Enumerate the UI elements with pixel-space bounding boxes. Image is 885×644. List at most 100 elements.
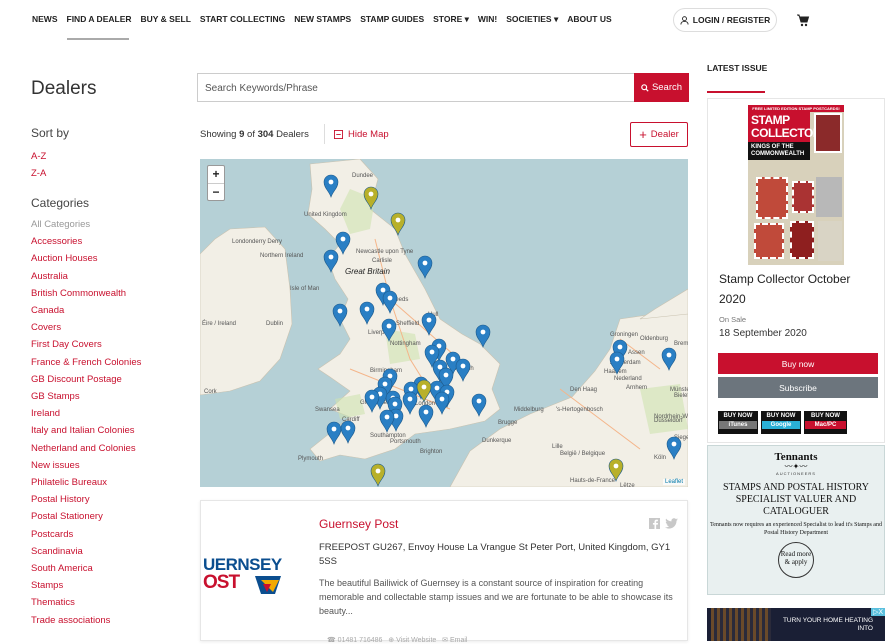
- category-link[interactable]: Covers: [31, 319, 191, 336]
- category-link[interactable]: GB Stamps: [31, 388, 191, 405]
- nav-item-2[interactable]: BUY & SELL: [141, 14, 191, 25]
- logo-mark-icon: [255, 576, 281, 594]
- map-place-label: Bielefeld: [674, 393, 688, 399]
- logo-text-line2: OST: [203, 572, 240, 593]
- category-link[interactable]: Stamps: [31, 577, 191, 594]
- share-icons: [649, 518, 678, 529]
- heading-underline: [707, 91, 765, 93]
- store-button-platform: Mac/PC: [805, 421, 846, 429]
- map-place-label: Middelburg: [514, 407, 544, 413]
- category-link[interactable]: New issues: [31, 457, 191, 474]
- minus-square-icon: [334, 130, 343, 139]
- category-link[interactable]: Scandinavia: [31, 543, 191, 560]
- map-place-label: Brighton: [420, 449, 442, 455]
- cover-stamp-image: [814, 113, 842, 153]
- dealer-address: FREEPOST GU267, Envoy House La Vrangue S…: [319, 542, 671, 567]
- category-link[interactable]: Accessories: [31, 233, 191, 250]
- category-link[interactable]: France & French Colonies: [31, 354, 191, 371]
- map-place-label: Northern Ireland: [260, 253, 303, 259]
- add-dealer-label: Dealer: [650, 129, 679, 140]
- category-link[interactable]: Australia: [31, 268, 191, 285]
- dealer-name-link[interactable]: Guernsey Post: [319, 517, 398, 531]
- store-button-platform: iTunes: [719, 421, 757, 429]
- guernsey-post-logo: UERNSEY OST: [201, 555, 301, 605]
- category-link[interactable]: All Categories: [31, 216, 191, 233]
- facebook-icon[interactable]: [649, 518, 660, 529]
- ad-text: TURN YOUR HOME HEATING INTO: [782, 617, 873, 632]
- category-link[interactable]: First Day Covers: [31, 336, 191, 353]
- categories-heading: Categories: [31, 196, 90, 210]
- category-link[interactable]: GB Discount Postage: [31, 371, 191, 388]
- nav-item-0[interactable]: NEWS: [32, 14, 58, 25]
- dealer-map[interactable]: Dundee United Kingdom Newcastle upon Tyne L…: [200, 159, 688, 487]
- category-link[interactable]: Postal Stationery: [31, 508, 191, 525]
- heating-ad[interactable]: TURN YOUR HOME HEATING INTO ▷X: [707, 608, 885, 641]
- map-canvas[interactable]: Dundee United Kingdom Newcastle upon Tyne L…: [200, 159, 688, 487]
- category-link[interactable]: Ireland: [31, 405, 191, 422]
- add-dealer-button[interactable]: + Dealer: [630, 122, 688, 147]
- tennants-ad[interactable]: Tennants 〰✦〰 AUCTIONEERS STAMPS AND POST…: [707, 445, 885, 595]
- category-link[interactable]: Postal History: [31, 491, 191, 508]
- ad-choices-icon[interactable]: ▷X: [870, 608, 885, 616]
- issue-title[interactable]: Stamp Collector October 2020: [719, 269, 879, 309]
- left-sidebar: Dealers Sort by A-Z Z-A Categories All Ca…: [31, 60, 191, 629]
- nav-item-1[interactable]: FIND A DEALER: [67, 14, 132, 25]
- map-place-label: Hauts-de-France: [570, 478, 616, 484]
- dealer-map-marker[interactable]: [417, 255, 433, 279]
- dealer-card: UERNSEY OST Guernsey Post FREEPOST GU267…: [200, 500, 688, 644]
- nav-item-8[interactable]: SOCIETIES ▾: [506, 14, 558, 25]
- twitter-icon[interactable]: [665, 518, 678, 529]
- category-link[interactable]: Philatelic Bureaux: [31, 474, 191, 491]
- map-place-label: Londonderry Derry: [232, 239, 282, 245]
- nav-item-4[interactable]: NEW STAMPS: [294, 14, 351, 25]
- category-link[interactable]: Thematics: [31, 594, 191, 611]
- search-button-label: Search: [651, 82, 683, 93]
- search-input[interactable]: Search Keywords/Phrase: [197, 73, 634, 102]
- sort-option-0[interactable]: A-Z: [31, 148, 191, 165]
- zoom-in-button[interactable]: +: [208, 166, 224, 184]
- cover-stamp-image: [754, 223, 784, 259]
- hide-map-label: Hide Map: [348, 129, 389, 140]
- latest-issue-box: FREE LIMITED EDITION STAMP POSTCARDS! ST…: [707, 98, 885, 443]
- results-suffix: Dealers: [273, 129, 309, 140]
- nav-item-6[interactable]: STORE ▾: [433, 14, 469, 25]
- cart-icon[interactable]: [796, 13, 810, 27]
- divider: [324, 124, 325, 144]
- nav-item-7[interactable]: WIN!: [478, 14, 497, 25]
- magazine-cover[interactable]: FREE LIMITED EDITION STAMP POSTCARDS! ST…: [748, 105, 844, 265]
- ad-read-more[interactable]: Read more & apply: [778, 542, 814, 578]
- ad-headline: STAMPS AND POSTAL HISTORY SPECIALIST VAL…: [723, 482, 869, 517]
- category-list: All Categories Accessories Auction Houses A…: [31, 216, 191, 629]
- login-register-button[interactable]: LOGIN / REGISTER: [673, 8, 777, 32]
- store-button-2[interactable]: BUY NOW Mac/PC: [804, 411, 847, 434]
- nav-item-3[interactable]: START COLLECTING: [200, 14, 285, 25]
- search-button[interactable]: Search: [634, 73, 689, 102]
- search-icon: [641, 83, 649, 92]
- category-link[interactable]: Trade associations: [31, 612, 191, 629]
- hide-map-toggle[interactable]: Hide Map: [334, 129, 389, 140]
- dealer-contact-row: ☎ 01481 716486 ⊕ Visit Website ✉ Email: [327, 636, 467, 644]
- nav-item-5[interactable]: STAMP GUIDES: [360, 14, 424, 25]
- nav-item-9[interactable]: ABOUT US: [567, 14, 611, 25]
- category-link[interactable]: British Commonwealth: [31, 285, 191, 302]
- subscribe-button[interactable]: Subscribe: [718, 377, 878, 398]
- buy-now-button[interactable]: Buy now: [718, 353, 878, 374]
- store-button-1[interactable]: BUY NOW Google: [761, 411, 801, 434]
- map-attribution[interactable]: Leaflet: [662, 479, 685, 485]
- store-button-0[interactable]: BUY NOW iTunes: [718, 411, 758, 434]
- ad-image: [711, 608, 771, 641]
- cover-stamp-image: [818, 221, 842, 261]
- top-navigation: NEWS FIND A DEALER BUY & SELL START COLLECT…: [0, 0, 885, 40]
- category-link[interactable]: Canada: [31, 302, 191, 319]
- category-link[interactable]: Postcards: [31, 526, 191, 543]
- sort-option-1[interactable]: Z-A: [31, 165, 191, 182]
- map-place-label: Newcastle upon Tyne: [356, 249, 414, 255]
- category-link[interactable]: Italy and Italian Colonies: [31, 422, 191, 439]
- category-link[interactable]: Netherland and Colonies: [31, 440, 191, 457]
- category-link[interactable]: South America: [31, 560, 191, 577]
- zoom-out-button[interactable]: −: [208, 184, 224, 201]
- sort-by-heading: Sort by: [31, 126, 70, 140]
- dealer-map-marker[interactable]: [370, 463, 386, 487]
- category-link[interactable]: Auction Houses: [31, 250, 191, 267]
- ad-brand-sub: AUCTIONEERS: [776, 471, 816, 476]
